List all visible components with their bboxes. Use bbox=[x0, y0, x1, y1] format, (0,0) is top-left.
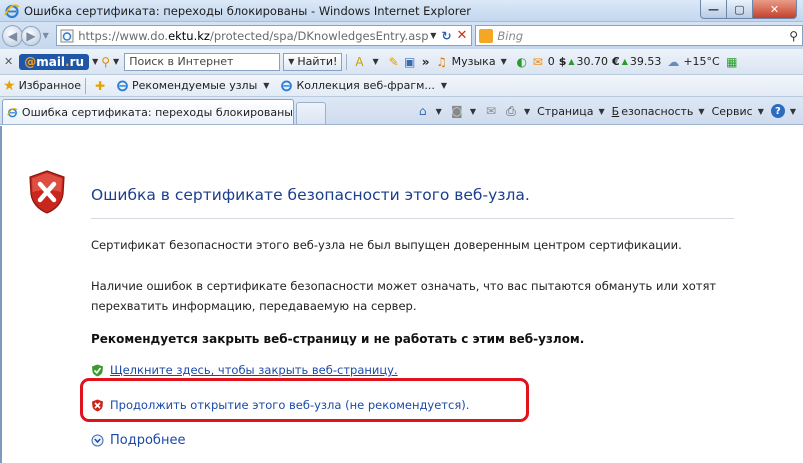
favorites-item-web-slices[interactable]: Коллекция веб-фрагм... ▼ bbox=[280, 79, 450, 92]
recommendation-text: Рекомендуется закрыть веб-страницу и не … bbox=[91, 332, 585, 346]
favorites-star-icon[interactable]: ★ bbox=[3, 78, 16, 94]
add-favorite-icon[interactable]: ✚ bbox=[92, 78, 108, 94]
mailru-search-placeholder: Поиск в Интернет bbox=[129, 55, 234, 68]
maximize-button[interactable]: ▢ bbox=[727, 0, 753, 19]
address-field[interactable]: https://www.do.ektu.kz/protected/spa/DKn… bbox=[56, 25, 473, 46]
page-content: Ошибка в сертификате безопасности этого … bbox=[0, 126, 803, 463]
find-button[interactable]: ▼ Найти! bbox=[283, 52, 343, 71]
url-text: https://www.do.ektu.kz/protected/spa/DKn… bbox=[78, 28, 429, 43]
close-page-link[interactable]: Щелкните здесь, чтобы закрыть веб-страни… bbox=[110, 363, 398, 377]
highlight-annotation bbox=[80, 378, 529, 422]
tab-label: Ошибка сертификата: переходы блокированы bbox=[21, 105, 293, 119]
stop-icon[interactable]: ✕ bbox=[457, 28, 468, 43]
warning-message: Наличие ошибок в сертификате безопасност… bbox=[91, 279, 717, 313]
more-chevron-icon[interactable]: » bbox=[418, 54, 434, 70]
window-title: Ошибка сертификата: переходы блокированы… bbox=[24, 3, 472, 18]
address-dropdown[interactable]: ▼ bbox=[430, 31, 436, 40]
safety-menu[interactable]: Безопасность ▼ bbox=[612, 105, 708, 118]
print-icon: ⎙ bbox=[506, 103, 516, 118]
title-bar: Ошибка сертификата: переходы блокированы… bbox=[0, 0, 803, 22]
certificate-message: Сертификат безопасности этого веб-узла н… bbox=[91, 238, 682, 252]
music-button[interactable]: ♫ Музыка ▼ bbox=[434, 54, 510, 70]
page-menu[interactable]: Страница ▼ bbox=[537, 105, 608, 118]
more-info-row[interactable]: Подробнее bbox=[91, 433, 185, 448]
cloud-icon: ☁ bbox=[667, 54, 680, 69]
search-engine-dropdown[interactable]: ▼ bbox=[113, 57, 119, 66]
mail-icon: ✉ bbox=[485, 104, 496, 118]
rss-icon: ◙ bbox=[450, 104, 463, 118]
search-icon[interactable]: ⚲ bbox=[789, 29, 798, 43]
forward-icon: ▶ bbox=[26, 28, 36, 43]
back-icon: ◀ bbox=[8, 28, 18, 43]
usd-rate[interactable]: $ ▲ 30.70 bbox=[559, 55, 608, 68]
shield-error-icon bbox=[29, 170, 65, 214]
eur-rate[interactable]: € ▲ 39.53 bbox=[612, 55, 661, 68]
toolbar-close-icon[interactable]: ✕ bbox=[4, 55, 13, 68]
bing-search-input[interactable]: Bing ⚲ bbox=[475, 25, 803, 46]
page-icon-2[interactable]: ▣ bbox=[402, 54, 418, 70]
close-page-row: Щелкните здесь, чтобы закрыть веб-страни… bbox=[91, 363, 398, 377]
music-icon: ♫ bbox=[436, 54, 448, 69]
favorites-item-suggested-sites[interactable]: Рекомендуемые узлы ▼ bbox=[116, 79, 272, 92]
page-title: Ошибка в сертификате безопасности этого … bbox=[91, 186, 530, 204]
print-button[interactable]: ⎙ ▼ bbox=[503, 103, 533, 119]
tools-menu[interactable]: Сервис ▼ bbox=[712, 105, 767, 118]
home-button[interactable]: ⌂ ▼ bbox=[415, 103, 445, 119]
tab-certificate-error[interactable]: Ошибка сертификата: переходы блокированы bbox=[2, 99, 294, 124]
expand-icon bbox=[91, 434, 104, 447]
forward-button[interactable]: ▶ bbox=[21, 25, 41, 46]
command-bar: ⌂ ▼ ◙ ▼ ✉ ⎙ ▼ Страница ▼ Безопасность ▼ Серви… bbox=[415, 98, 803, 124]
text-size-button[interactable]: A ▼ bbox=[351, 54, 381, 70]
close-window-button[interactable]: ✕ bbox=[753, 0, 797, 19]
tab-row: Ошибка сертификата: переходы блокированы… bbox=[0, 97, 803, 125]
more-info-link[interactable]: Подробнее bbox=[110, 433, 185, 448]
pencil-icon[interactable]: ✎ bbox=[386, 54, 402, 70]
home-icon: ⌂ bbox=[418, 104, 427, 118]
minimize-button[interactable]: — bbox=[700, 0, 727, 19]
address-toolbar: ◀ ▶ ▼ https://www.do.ektu.kz/protected/s… bbox=[0, 22, 803, 49]
help-icon: ? bbox=[770, 104, 785, 118]
mailru-logo[interactable]: @mail.ru bbox=[19, 53, 90, 70]
mail-counter[interactable]: ✉ 0 bbox=[530, 54, 555, 70]
feeds-button[interactable]: ◙ ▼ bbox=[449, 103, 479, 119]
ie-icon bbox=[117, 80, 128, 92]
history-dropdown[interactable]: ▼ bbox=[43, 31, 53, 40]
refresh-icon[interactable]: ↻ bbox=[441, 29, 451, 43]
text-size-icon: A bbox=[355, 54, 364, 69]
favorites-bar: ★ Избранное ✚ Рекомендуемые узлы ▼ Колле… bbox=[0, 75, 803, 97]
back-button[interactable]: ◀ bbox=[2, 24, 24, 47]
logo-dropdown[interactable]: ▼ bbox=[92, 57, 98, 66]
divider bbox=[91, 218, 734, 219]
mailru-search-input[interactable]: Поиск в Интернет bbox=[124, 52, 281, 71]
mailru-toolbar: ✕ @mail.ru ▼ ⚲ ▼ Поиск в Интернет ▼ Найт… bbox=[0, 49, 803, 75]
new-tab-button[interactable] bbox=[296, 102, 326, 124]
games-icon[interactable]: ▦ bbox=[724, 54, 740, 70]
favorites-button[interactable]: Избранное bbox=[19, 79, 81, 92]
search-placeholder: Bing bbox=[497, 28, 524, 43]
bing-icon bbox=[479, 28, 494, 43]
help-button[interactable]: ? ▼ bbox=[770, 104, 799, 118]
mailru-search-icon[interactable]: ⚲ bbox=[101, 55, 110, 69]
page-icon bbox=[60, 29, 74, 42]
ie-icon bbox=[281, 80, 293, 92]
read-mail-button[interactable]: ✉ bbox=[483, 103, 499, 119]
green-check-icon bbox=[92, 364, 103, 376]
mail-icon: ✉ bbox=[532, 54, 543, 69]
weather-widget[interactable]: ☁ +15°C bbox=[665, 54, 719, 70]
ie-icon bbox=[7, 107, 18, 117]
agent-icon[interactable]: ◐ bbox=[514, 54, 530, 70]
ie-icon bbox=[4, 3, 20, 18]
